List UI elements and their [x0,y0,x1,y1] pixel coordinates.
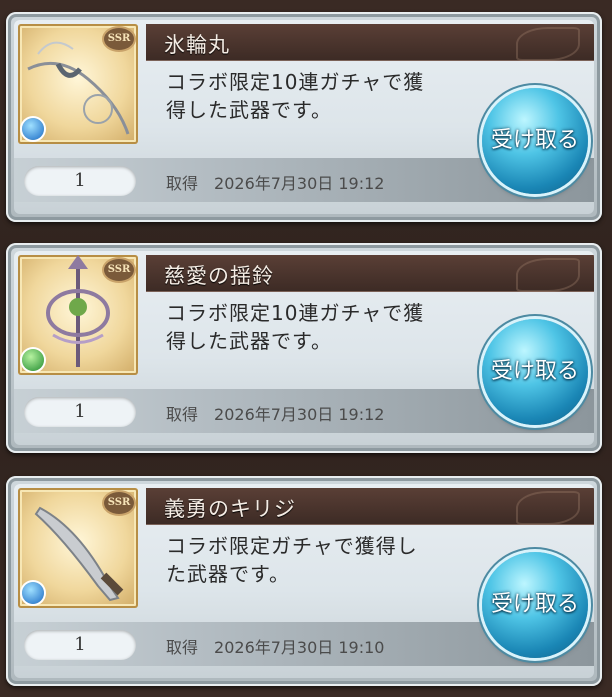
acquired-date: 2026年7月30日 19:10 [214,638,385,657]
weapon-thumbnail: SSR [18,488,138,608]
item-description: コラボ限定10連ガチャで獲 得した武器です。 [166,70,425,122]
item-name: 慈愛の揺鈴 [164,264,274,288]
acquired-info: 取得 2026年7月30日 19:10 [166,634,385,658]
wind-element-icon [22,349,44,371]
quantity-field: 1 [24,166,136,196]
acquired-label: 取得 [166,405,199,424]
acquired-info: 取得 2026年7月30日 19:12 [166,401,385,425]
acquired-date: 2026年7月30日 19:12 [214,174,385,193]
ssr-badge: SSR [104,28,134,50]
receive-button[interactable]: 受け取る [482,319,588,425]
acquired-label: 取得 [166,638,199,657]
item-description: コラボ限定10連ガチャで獲 得した武器です。 [166,301,425,353]
title-bar: 氷輪丸 [146,24,594,61]
weapon-thumbnail: SSR [18,255,138,375]
reward-card: SSR 義勇のキリジ コラボ限定ガチャで獲得し た武器です。 1 取得 2026… [6,476,602,686]
item-name: 義勇のキリジ [164,497,296,521]
acquired-label: 取得 [166,174,199,193]
quantity-field: 1 [24,397,136,427]
title-bar: 義勇のキリジ [146,488,594,525]
acquired-date: 2026年7月30日 19:12 [214,405,385,424]
item-name: 氷輪丸 [164,33,230,57]
ssr-badge: SSR [104,492,134,514]
water-element-icon [22,118,44,140]
ssr-badge: SSR [104,259,134,281]
weapon-thumbnail: SSR [18,24,138,144]
reward-card: SSR 慈愛の揺鈴 コラボ限定10連ガチャで獲 得した武器です。 1 取得 20… [6,243,602,453]
acquired-info: 取得 2026年7月30日 19:12 [166,170,385,194]
receive-button[interactable]: 受け取る [482,88,588,194]
reward-card: SSR 氷輪丸 コラボ限定10連ガチャで獲 得した武器です。 1 取得 2026… [6,12,602,222]
water-element-icon [22,582,44,604]
item-description: コラボ限定ガチャで獲得し た武器です。 [166,534,418,586]
quantity-field: 1 [24,630,136,660]
receive-button[interactable]: 受け取る [482,552,588,658]
title-bar: 慈愛の揺鈴 [146,255,594,292]
